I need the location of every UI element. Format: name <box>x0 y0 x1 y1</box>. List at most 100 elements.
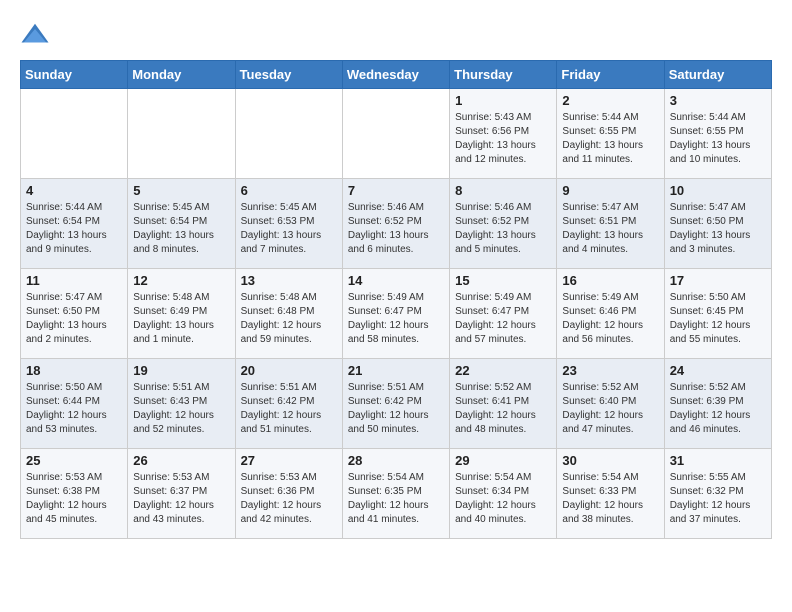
day-number: 15 <box>455 273 551 288</box>
weekday-header-sunday: Sunday <box>21 61 128 89</box>
calendar-cell-12: 12 Sunrise: 5:48 AM Sunset: 6:49 PM Dayli… <box>128 269 235 359</box>
calendar-cell-2: 2 Sunrise: 5:44 AM Sunset: 6:55 PM Daylig… <box>557 89 664 179</box>
calendar-cell-23: 23 Sunrise: 5:52 AM Sunset: 6:40 PM Dayli… <box>557 359 664 449</box>
calendar-cell-28: 28Sunrise: 5:54 AM Sunset: 6:35 PM Dayli… <box>342 449 449 539</box>
logo-icon <box>20 20 50 50</box>
calendar-cell-15: 15 Sunrise: 5:49 AM Sunset: 6:47 PM Dayli… <box>450 269 557 359</box>
day-detail: Sunrise: 5:51 AM Sunset: 6:43 PM Dayligh… <box>133 381 229 437</box>
day-detail: Sunrise: 5:54 AM Sunset: 6:33 PM Dayligh… <box>562 471 658 527</box>
day-detail: Sunrise: 5:47 AM Sunset: 6:51 PM Dayligh… <box>562 201 658 257</box>
calendar-cell-20: 20 Sunrise: 5:51 AM Sunset: 6:42 PM Dayli… <box>235 359 342 449</box>
calendar-cell-10: 10 Sunrise: 5:47 AM Sunset: 6:50 PM Dayli… <box>664 179 771 269</box>
day-detail: Sunrise: 5:48 AM Sunset: 6:49 PM Dayligh… <box>133 291 229 347</box>
day-detail: Sunrise: 5:45 AM Sunset: 6:54 PM Dayligh… <box>133 201 229 257</box>
day-number: 11 <box>26 273 122 288</box>
day-detail: Sunrise: 5:55 AM Sunset: 6:32 PM Dayligh… <box>670 471 766 527</box>
day-number: 19 <box>133 363 229 378</box>
day-detail: Sunrise: 5:50 AM Sunset: 6:44 PM Dayligh… <box>26 381 122 437</box>
day-detail: Sunrise: 5:45 AM Sunset: 6:53 PM Dayligh… <box>241 201 337 257</box>
calendar-cell-4: 4Sunrise: 5:44 AM Sunset: 6:54 PM Daylig… <box>21 179 128 269</box>
weekday-header-saturday: Saturday <box>664 61 771 89</box>
day-detail: Sunrise: 5:49 AM Sunset: 6:47 PM Dayligh… <box>455 291 551 347</box>
calendar-cell-16: 16 Sunrise: 5:49 AM Sunset: 6:46 PM Dayli… <box>557 269 664 359</box>
day-number: 7 <box>348 183 444 198</box>
logo <box>20 20 54 50</box>
day-number: 16 <box>562 273 658 288</box>
calendar-header-row: SundayMondayTuesdayWednesdayThursdayFrid… <box>21 61 772 89</box>
day-number: 14 <box>348 273 444 288</box>
calendar-cell-3: 3 Sunrise: 5:44 AM Sunset: 6:55 PM Daylig… <box>664 89 771 179</box>
day-number: 18 <box>26 363 122 378</box>
day-number: 20 <box>241 363 337 378</box>
day-number: 17 <box>670 273 766 288</box>
day-detail: Sunrise: 5:43 AM Sunset: 6:56 PM Dayligh… <box>455 111 551 167</box>
day-number: 3 <box>670 93 766 108</box>
calendar-cell-14: 14 Sunrise: 5:49 AM Sunset: 6:47 PM Dayli… <box>342 269 449 359</box>
day-detail: Sunrise: 5:52 AM Sunset: 6:40 PM Dayligh… <box>562 381 658 437</box>
day-number: 31 <box>670 453 766 468</box>
day-number: 24 <box>670 363 766 378</box>
day-detail: Sunrise: 5:44 AM Sunset: 6:55 PM Dayligh… <box>562 111 658 167</box>
calendar-cell-30: 30 Sunrise: 5:54 AM Sunset: 6:33 PM Dayli… <box>557 449 664 539</box>
calendar-week-4: 18 Sunrise: 5:50 AM Sunset: 6:44 PM Dayli… <box>21 359 772 449</box>
day-number: 1 <box>455 93 551 108</box>
day-number: 26 <box>133 453 229 468</box>
day-detail: Sunrise: 5:51 AM Sunset: 6:42 PM Dayligh… <box>241 381 337 437</box>
calendar-week-1: 1 Sunrise: 5:43 AM Sunset: 6:56 PM Daylig… <box>21 89 772 179</box>
day-number: 30 <box>562 453 658 468</box>
calendar-cell-25: 25 Sunrise: 5:53 AM Sunset: 6:38 PM Dayli… <box>21 449 128 539</box>
day-detail: Sunrise: 5:49 AM Sunset: 6:46 PM Dayligh… <box>562 291 658 347</box>
calendar-cell-7: 7 Sunrise: 5:46 AM Sunset: 6:52 PM Daylig… <box>342 179 449 269</box>
weekday-header-thursday: Thursday <box>450 61 557 89</box>
day-detail: Sunrise: 5:53 AM Sunset: 6:38 PM Dayligh… <box>26 471 122 527</box>
day-number: 25 <box>26 453 122 468</box>
day-number: 6 <box>241 183 337 198</box>
calendar-cell-11: 11Sunrise: 5:47 AM Sunset: 6:50 PM Dayli… <box>21 269 128 359</box>
day-detail: Sunrise: 5:51 AM Sunset: 6:42 PM Dayligh… <box>348 381 444 437</box>
calendar-cell-17: 17 Sunrise: 5:50 AM Sunset: 6:45 PM Dayli… <box>664 269 771 359</box>
calendar-cell-empty <box>235 89 342 179</box>
calendar-week-5: 25 Sunrise: 5:53 AM Sunset: 6:38 PM Dayli… <box>21 449 772 539</box>
day-detail: Sunrise: 5:48 AM Sunset: 6:48 PM Dayligh… <box>241 291 337 347</box>
calendar-cell-9: 9 Sunrise: 5:47 AM Sunset: 6:51 PM Daylig… <box>557 179 664 269</box>
calendar-cell-13: 13 Sunrise: 5:48 AM Sunset: 6:48 PM Dayli… <box>235 269 342 359</box>
calendar-cell-empty <box>21 89 128 179</box>
day-detail: Sunrise: 5:44 AM Sunset: 6:54 PM Dayligh… <box>26 201 122 257</box>
day-number: 10 <box>670 183 766 198</box>
calendar-cell-empty <box>128 89 235 179</box>
calendar-cell-29: 29 Sunrise: 5:54 AM Sunset: 6:34 PM Dayli… <box>450 449 557 539</box>
day-number: 29 <box>455 453 551 468</box>
calendar-cell-19: 19 Sunrise: 5:51 AM Sunset: 6:43 PM Dayli… <box>128 359 235 449</box>
calendar-cell-empty <box>342 89 449 179</box>
calendar-cell-5: 5 Sunrise: 5:45 AM Sunset: 6:54 PM Daylig… <box>128 179 235 269</box>
day-detail: Sunrise: 5:50 AM Sunset: 6:45 PM Dayligh… <box>670 291 766 347</box>
calendar-cell-8: 8 Sunrise: 5:46 AM Sunset: 6:52 PM Daylig… <box>450 179 557 269</box>
day-detail: Sunrise: 5:49 AM Sunset: 6:47 PM Dayligh… <box>348 291 444 347</box>
day-number: 9 <box>562 183 658 198</box>
calendar-cell-26: 26 Sunrise: 5:53 AM Sunset: 6:37 PM Dayli… <box>128 449 235 539</box>
day-number: 8 <box>455 183 551 198</box>
day-detail: Sunrise: 5:53 AM Sunset: 6:36 PM Dayligh… <box>241 471 337 527</box>
calendar-week-2: 4Sunrise: 5:44 AM Sunset: 6:54 PM Daylig… <box>21 179 772 269</box>
day-number: 22 <box>455 363 551 378</box>
calendar-cell-1: 1 Sunrise: 5:43 AM Sunset: 6:56 PM Daylig… <box>450 89 557 179</box>
day-detail: Sunrise: 5:54 AM Sunset: 6:34 PM Dayligh… <box>455 471 551 527</box>
calendar-cell-18: 18 Sunrise: 5:50 AM Sunset: 6:44 PM Dayli… <box>21 359 128 449</box>
day-detail: Sunrise: 5:47 AM Sunset: 6:50 PM Dayligh… <box>670 201 766 257</box>
page-header <box>20 20 772 50</box>
calendar-cell-24: 24Sunrise: 5:52 AM Sunset: 6:39 PM Dayli… <box>664 359 771 449</box>
calendar-table: SundayMondayTuesdayWednesdayThursdayFrid… <box>20 60 772 539</box>
day-number: 2 <box>562 93 658 108</box>
day-detail: Sunrise: 5:53 AM Sunset: 6:37 PM Dayligh… <box>133 471 229 527</box>
day-detail: Sunrise: 5:46 AM Sunset: 6:52 PM Dayligh… <box>455 201 551 257</box>
weekday-header-tuesday: Tuesday <box>235 61 342 89</box>
day-number: 13 <box>241 273 337 288</box>
day-number: 5 <box>133 183 229 198</box>
day-detail: Sunrise: 5:52 AM Sunset: 6:41 PM Dayligh… <box>455 381 551 437</box>
day-number: 12 <box>133 273 229 288</box>
day-number: 23 <box>562 363 658 378</box>
weekday-header-wednesday: Wednesday <box>342 61 449 89</box>
day-detail: Sunrise: 5:46 AM Sunset: 6:52 PM Dayligh… <box>348 201 444 257</box>
day-detail: Sunrise: 5:44 AM Sunset: 6:55 PM Dayligh… <box>670 111 766 167</box>
calendar-cell-6: 6 Sunrise: 5:45 AM Sunset: 6:53 PM Daylig… <box>235 179 342 269</box>
